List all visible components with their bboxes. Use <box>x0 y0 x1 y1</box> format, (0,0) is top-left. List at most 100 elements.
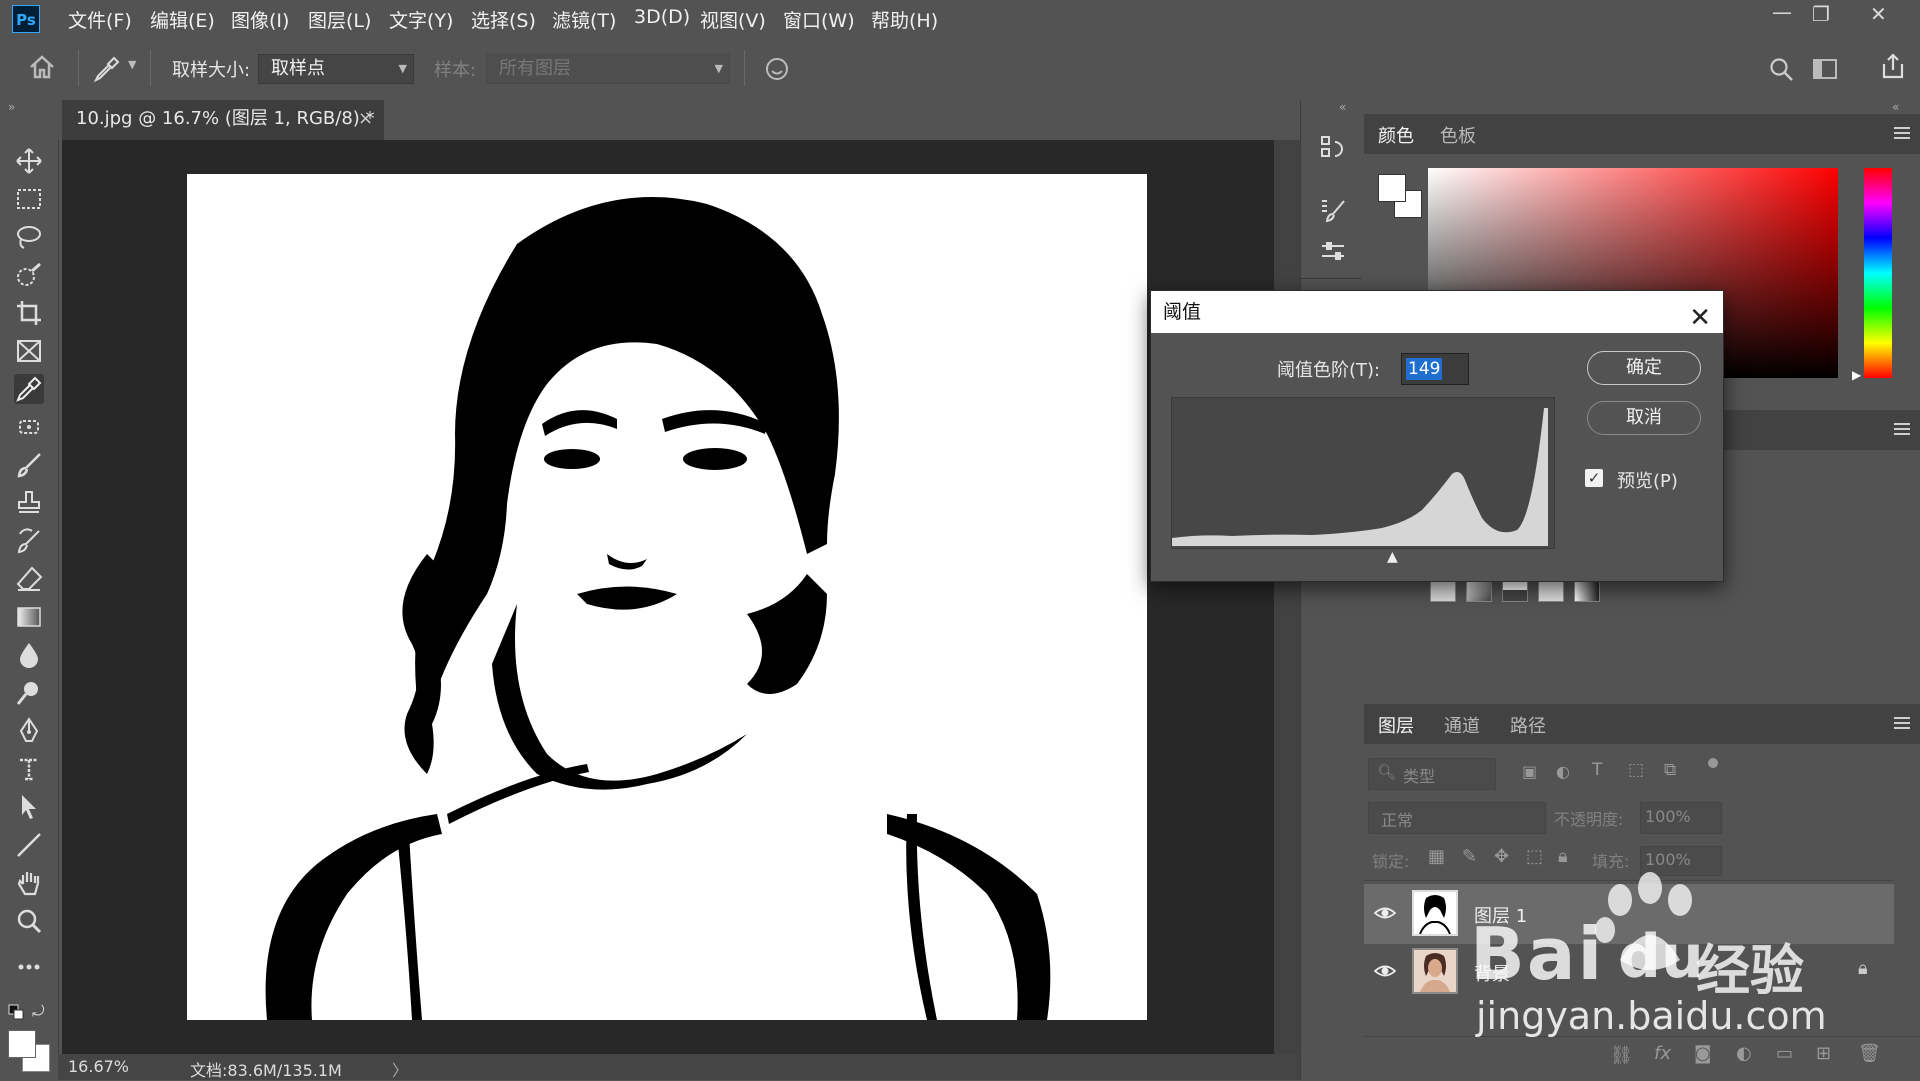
crop-tool-icon[interactable] <box>14 298 44 328</box>
new-fill-layer-icon[interactable]: ◐ <box>1736 1043 1752 1064</box>
adjustments-icon[interactable] <box>1319 238 1347 266</box>
menu-type[interactable]: 文字(Y) <box>389 6 453 33</box>
collapse-dock-icon[interactable]: « <box>1339 100 1346 114</box>
document-tab[interactable]: 10.jpg @ 16.7% (图层 1, RGB/8) * × <box>62 100 384 140</box>
hand-tool-icon[interactable] <box>14 868 44 898</box>
menu-3d[interactable]: 3D(D) <box>634 6 690 28</box>
sample-size-select[interactable]: 取样点 ▼ <box>258 54 414 84</box>
layer-filter-select[interactable]: 🔍︎ 类型 <box>1368 758 1496 790</box>
menu-select[interactable]: 选择(S) <box>471 6 536 33</box>
threshold-slider-handle-icon[interactable]: ▲ <box>1387 549 1398 565</box>
fx-icon[interactable]: fx <box>1654 1043 1671 1064</box>
panel-menu-icon[interactable] <box>1894 420 1910 438</box>
trash-icon[interactable]: 🗑︎ <box>1858 1043 1881 1064</box>
menu-view[interactable]: 视图(V) <box>700 6 766 33</box>
lock-transparent-icon[interactable]: ▦ <box>1428 846 1445 867</box>
marquee-tool-icon[interactable] <box>14 184 44 214</box>
eye-icon[interactable] <box>1374 960 1396 982</box>
tool-preset-caret-icon[interactable]: ▼ <box>128 58 136 71</box>
lock-pixels-icon[interactable]: ✎ <box>1462 846 1477 867</box>
menu-edit[interactable]: 编辑(E) <box>150 6 215 33</box>
more-tools-icon[interactable] <box>14 952 44 982</box>
filter-shape-icon[interactable]: ⬚ <box>1628 760 1644 780</box>
foreground-swatch-top[interactable] <box>1378 174 1406 202</box>
menu-help[interactable]: 帮助(H) <box>871 6 938 33</box>
share-icon[interactable] <box>1880 52 1906 80</box>
path-selection-tool-icon[interactable] <box>14 792 44 822</box>
gradient-tool-icon[interactable] <box>14 602 44 632</box>
close-icon[interactable]: ✕ <box>1689 297 1711 339</box>
dodge-tool-icon[interactable] <box>14 678 44 708</box>
show-sampling-ring-icon[interactable] <box>764 56 790 82</box>
filter-pixel-icon[interactable]: ▣ <box>1522 762 1537 781</box>
stamp-tool-icon[interactable] <box>14 488 44 518</box>
history-panel-icon[interactable] <box>1319 134 1347 162</box>
cancel-button[interactable]: 取消 <box>1587 401 1701 435</box>
blend-mode-select[interactable]: 正常 <box>1368 802 1546 834</box>
lock-artboard-icon[interactable]: ⬚ <box>1526 846 1543 867</box>
line-tool-icon[interactable] <box>14 830 44 860</box>
threshold-level-input[interactable]: 149 <box>1401 353 1469 385</box>
hue-slider-handle-icon[interactable]: ▶ <box>1852 368 1861 382</box>
brush-tool-icon[interactable] <box>14 450 44 480</box>
preview-checkbox[interactable]: ✓ <box>1585 469 1603 487</box>
chevron-right-icon[interactable]: 〉 <box>392 1057 408 1081</box>
menu-filter[interactable]: 滤镜(T) <box>552 6 616 33</box>
blur-tool-icon[interactable] <box>14 640 44 670</box>
menu-file[interactable]: 文件(F) <box>68 6 132 33</box>
eraser-tool-icon[interactable] <box>14 564 44 594</box>
spot-healing-tool-icon[interactable] <box>14 412 44 442</box>
type-tool-icon[interactable] <box>14 754 44 784</box>
filter-smart-object-icon[interactable]: ⧉ <box>1664 760 1676 780</box>
history-brush-tool-icon[interactable] <box>14 526 44 556</box>
search-icon[interactable] <box>1768 56 1794 82</box>
close-tab-icon[interactable]: × <box>358 100 373 138</box>
preview-label[interactable]: 预览(P) <box>1617 467 1678 493</box>
expand-panel-icon[interactable]: » <box>8 100 15 114</box>
foreground-color-swatch-top[interactable] <box>8 1030 36 1058</box>
eyedropper-icon[interactable] <box>92 54 120 82</box>
filter-adjustment-icon[interactable]: ◐ <box>1556 762 1570 781</box>
tab-color[interactable]: 颜色 <box>1378 122 1414 148</box>
zoom-tool-icon[interactable] <box>14 906 44 936</box>
hue-slider[interactable] <box>1864 168 1892 378</box>
panel-menu-icon[interactable] <box>1894 714 1910 732</box>
vertical-scrollbar[interactable] <box>1274 140 1300 1054</box>
new-layer-icon[interactable]: ⊞ <box>1816 1043 1831 1064</box>
close-icon[interactable]: ✕ <box>1870 2 1887 26</box>
restore-icon[interactable]: ❐ <box>1812 2 1830 26</box>
minimize-icon[interactable]: — <box>1772 0 1792 24</box>
pen-tool-icon[interactable] <box>14 716 44 746</box>
workspace-icon[interactable] <box>1812 58 1838 80</box>
eyedropper-tool-icon[interactable] <box>14 374 44 404</box>
brush-settings-icon[interactable] <box>1319 196 1347 224</box>
ok-button[interactable]: 确定 <box>1587 351 1701 385</box>
filter-toggle-icon[interactable] <box>1708 758 1718 768</box>
default-colors-icon[interactable] <box>8 1004 24 1020</box>
link-layers-icon[interactable]: ⛓ <box>1610 1045 1633 1066</box>
sample-select[interactable]: 所有图层 ▼ <box>486 54 730 84</box>
collapse-right-dock-icon[interactable]: « <box>1892 100 1899 114</box>
tab-layers[interactable]: 图层 <box>1378 712 1414 738</box>
lock-position-icon[interactable]: ✥ <box>1494 846 1509 867</box>
eye-icon[interactable] <box>1374 902 1396 924</box>
opacity-field[interactable]: 100% <box>1640 802 1722 834</box>
tab-paths[interactable]: 路径 <box>1510 712 1546 738</box>
swap-colors-icon[interactable]: ⤾ <box>32 1002 45 1020</box>
threshold-image[interactable] <box>187 174 1147 1020</box>
move-tool-icon[interactable] <box>14 146 44 176</box>
menu-window[interactable]: 窗口(W) <box>783 6 855 33</box>
panel-menu-icon[interactable] <box>1894 124 1910 142</box>
home-icon[interactable] <box>28 54 56 80</box>
menu-layer[interactable]: 图层(L) <box>308 6 371 33</box>
add-mask-icon[interactable]: ◙ <box>1694 1043 1711 1064</box>
filter-type-icon[interactable]: T <box>1592 760 1602 780</box>
tab-swatches[interactable]: 色板 <box>1440 122 1476 148</box>
quick-selection-tool-icon[interactable] <box>14 260 44 290</box>
frame-tool-icon[interactable] <box>14 336 44 366</box>
menu-image[interactable]: 图像(I) <box>231 6 289 33</box>
lasso-tool-icon[interactable] <box>14 222 44 252</box>
new-group-icon[interactable]: ▭ <box>1776 1043 1793 1064</box>
tab-channels[interactable]: 通道 <box>1444 712 1480 738</box>
zoom-level[interactable]: 16.67% <box>68 1057 129 1076</box>
